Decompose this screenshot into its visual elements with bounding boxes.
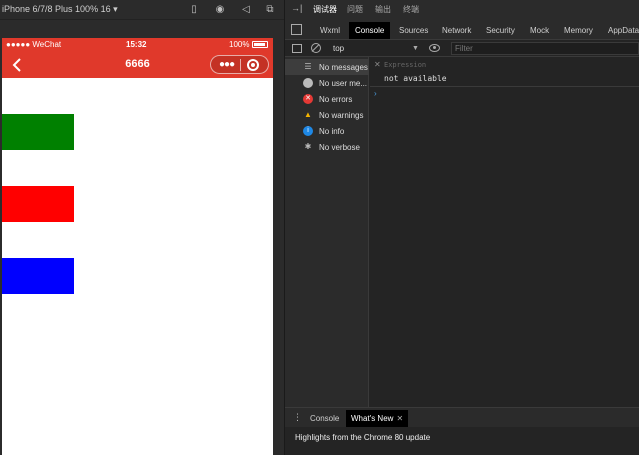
context-select[interactable]: top: [333, 42, 423, 55]
drawer-tab-label: What's New: [351, 414, 394, 423]
nav-bar: 6666 ●●●: [2, 52, 273, 78]
green-block: [2, 114, 74, 150]
expression-divider: [370, 86, 639, 87]
close-icon[interactable]: ✕: [374, 60, 381, 69]
tab-sources[interactable]: Sources: [399, 26, 428, 35]
phone-icon[interactable]: ▯: [186, 2, 202, 18]
device-selector[interactable]: iPhone 6/7/8 Plus 100% 16 ▾: [2, 4, 118, 15]
sidebar-toggle-icon[interactable]: [292, 44, 302, 53]
status-time: 15:32: [126, 40, 147, 49]
tab-memory[interactable]: Memory: [564, 26, 593, 35]
tab-output[interactable]: 输出: [375, 4, 391, 15]
drawer-tab-whats-new[interactable]: What's New ✕: [346, 410, 409, 427]
devtools-pane: →| 调试器 问题 输出 终端 Wxml Console Sources Net…: [285, 0, 639, 455]
capsule-divider: [240, 59, 241, 71]
phone-screen: ●●●●● WeChat 15:32 100% 6666 ●●●: [2, 38, 273, 455]
eye-icon[interactable]: [429, 44, 440, 52]
info-icon: i: [303, 126, 313, 136]
panel-tabs: Wxml Console Sources Network Security Mo…: [285, 20, 639, 40]
tab-network[interactable]: Network: [442, 26, 471, 35]
inspect-icon[interactable]: [291, 24, 302, 35]
drawer-menu-icon[interactable]: ⋮: [293, 412, 302, 423]
user-icon: [303, 78, 313, 88]
battery-icon: [252, 41, 268, 48]
console-output: ✕ Expression not available ›: [370, 57, 639, 407]
dock-icon[interactable]: →|: [291, 3, 302, 13]
drawer-tabs: ⋮ Console What's New ✕: [285, 407, 639, 427]
tab-appdata[interactable]: AppData: [608, 26, 639, 35]
error-icon: ✕: [303, 94, 313, 104]
tab-issues[interactable]: 问题: [347, 4, 363, 15]
list-icon: ☰: [304, 62, 312, 71]
close-miniprogram-icon[interactable]: [247, 59, 259, 71]
clear-console-icon[interactable]: [311, 43, 321, 53]
filter-input[interactable]: [451, 42, 639, 55]
whats-new-panel: Highlights from the Chrome 80 update: [285, 427, 639, 455]
bug-icon: ✱: [304, 142, 312, 151]
tab-wxml[interactable]: Wxml: [320, 26, 340, 35]
tab-terminal[interactable]: 终端: [403, 4, 419, 15]
sidebar-item-messages[interactable]: ☰ No messages: [285, 59, 369, 75]
simulator-toolbar: iPhone 6/7/8 Plus 100% 16 ▾ ▯ ◉ ◁ ⧉: [0, 0, 284, 20]
top-tabs: →| 调试器 问题 输出 终端: [285, 0, 639, 20]
live-expression-input[interactable]: Expression: [384, 61, 426, 69]
sidebar-item-errors[interactable]: ✕ No errors: [285, 91, 369, 107]
drawer-tab-console[interactable]: Console: [310, 414, 339, 423]
battery-percent: 100%: [229, 40, 250, 49]
popout-icon[interactable]: ⧉: [262, 2, 278, 18]
tab-security[interactable]: Security: [486, 26, 515, 35]
red-block: [2, 186, 74, 222]
close-icon[interactable]: ✕: [396, 414, 403, 423]
warning-icon: ▲: [304, 110, 312, 119]
status-bar: ●●●●● WeChat 15:32 100%: [2, 38, 273, 52]
tab-debugger[interactable]: 调试器: [313, 4, 337, 15]
blue-block: [2, 258, 74, 294]
volume-icon[interactable]: ◁: [238, 2, 254, 18]
console-sidebar: ☰ No messages No user me... ✕ No errors …: [285, 57, 369, 407]
simulator-pane: iPhone 6/7/8 Plus 100% 16 ▾ ▯ ◉ ◁ ⧉ ●●●●…: [0, 0, 284, 455]
chevron-down-icon[interactable]: ▼: [412, 42, 419, 55]
tab-console[interactable]: Console: [349, 22, 391, 39]
capsule-menu: ●●●: [210, 55, 269, 74]
sidebar-item-verbose[interactable]: ✱ No verbose: [285, 139, 369, 155]
tab-mock[interactable]: Mock: [530, 26, 549, 35]
whats-new-headline: Highlights from the Chrome 80 update: [295, 433, 431, 442]
devtools-window: iPhone 6/7/8 Plus 100% 16 ▾ ▯ ◉ ◁ ⧉ ●●●●…: [0, 0, 639, 455]
more-icon[interactable]: ●●●: [219, 60, 237, 70]
console-toolbar: top ▼: [285, 40, 639, 57]
sidebar-item-user-messages[interactable]: No user me...: [285, 75, 369, 91]
carrier-label: ●●●●● WeChat: [6, 40, 62, 49]
sidebar-item-info[interactable]: i No info: [285, 123, 369, 139]
record-icon[interactable]: ◉: [212, 2, 228, 18]
live-expression-result: not available: [384, 74, 447, 83]
console-prompt-icon[interactable]: ›: [374, 89, 377, 98]
sidebar-item-warnings[interactable]: ▲ No warnings: [285, 107, 369, 123]
